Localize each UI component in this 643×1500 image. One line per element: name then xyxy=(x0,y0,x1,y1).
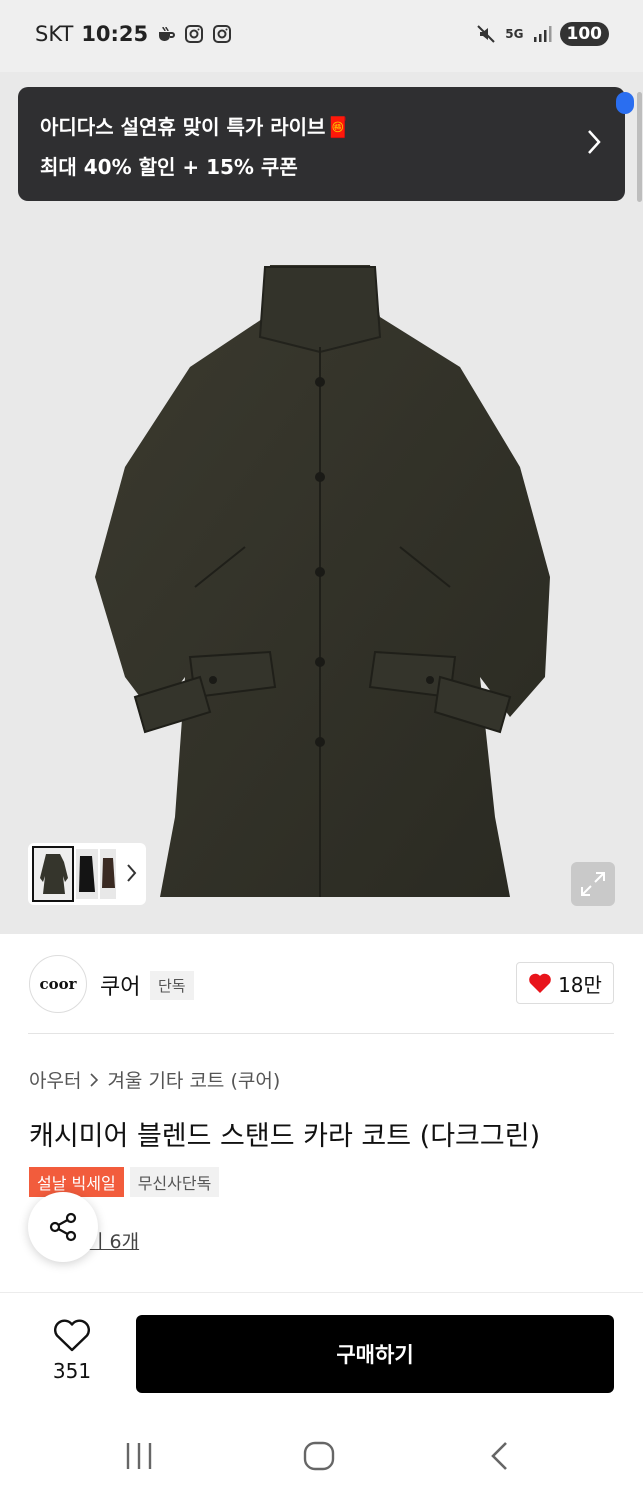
mute-icon xyxy=(477,25,496,43)
buy-button[interactable]: 구매하기 xyxy=(136,1315,614,1393)
heart-filled-icon xyxy=(529,973,551,993)
instagram-icon xyxy=(185,25,204,43)
fullscreen-button[interactable] xyxy=(571,862,615,906)
brand-like-button[interactable]: 18만 xyxy=(516,962,614,1004)
recent-apps-icon[interactable] xyxy=(122,1440,156,1472)
divider xyxy=(28,1033,614,1034)
home-icon[interactable] xyxy=(302,1440,336,1472)
chevron-right-icon xyxy=(127,864,137,882)
share-button[interactable] xyxy=(28,1192,98,1262)
signal-icon xyxy=(533,26,551,42)
instagram-icon xyxy=(213,25,232,43)
coffee-icon xyxy=(159,26,176,41)
network-label: 5G xyxy=(505,27,524,41)
brand-exclusive-tag: 단독 xyxy=(150,971,194,1000)
status-left: SKT 10:25 xyxy=(35,22,232,46)
promo-toast-title: 아디다스 설연휴 맞이 특가 라이브🧧 xyxy=(40,115,351,139)
promo-toast[interactable]: 아디다스 설연휴 맞이 특가 라이브🧧 최대 40% 할인 + 15% 쿠폰 xyxy=(18,87,625,201)
battery-indicator: 100 xyxy=(559,22,609,46)
thumbnail-strip[interactable] xyxy=(28,843,146,905)
scrollbar-thumb[interactable] xyxy=(637,92,642,202)
carrier-label: SKT xyxy=(35,22,74,46)
brand-logo[interactable]: coor xyxy=(29,955,87,1013)
promo-toast-subtitle: 최대 40% 할인 + 15% 쿠폰 xyxy=(40,155,298,179)
brand-row: coor 쿠어 단독 18만 xyxy=(0,934,643,1034)
chevron-right-icon xyxy=(90,1072,99,1087)
chevron-right-icon xyxy=(588,130,601,154)
product-title: 캐시미어 블렌드 스탠드 카라 코트 (다크그린) xyxy=(29,1121,541,1152)
status-bar: SKT 10:25 5G 100 xyxy=(0,0,643,72)
brand-name[interactable]: 쿠어 xyxy=(100,969,140,1001)
status-right: 5G 100 xyxy=(475,22,609,46)
breadcrumb-subcategory[interactable]: 겨울 기타 코트 (쿠어) xyxy=(107,1066,280,1093)
notification-dot xyxy=(616,92,634,114)
sale-badge: 설날 빅세일 xyxy=(29,1167,124,1197)
product-image xyxy=(95,265,550,897)
clock: 10:25 xyxy=(81,22,149,46)
back-icon[interactable] xyxy=(486,1440,512,1472)
thumbnail-images xyxy=(32,846,116,902)
breadcrumb: 아우터 겨울 기타 코트 (쿠어) xyxy=(29,1066,280,1093)
wishlist-count: 351 xyxy=(52,1359,92,1383)
wishlist-button[interactable]: 351 xyxy=(40,1319,104,1383)
share-icon xyxy=(49,1212,77,1242)
breadcrumb-category[interactable]: 아우터 xyxy=(29,1066,81,1093)
bottom-purchase-bar: 351 구매하기 xyxy=(0,1292,643,1412)
exclusive-badge: 무신사단독 xyxy=(129,1167,220,1197)
product-image-gallery[interactable] xyxy=(0,72,643,934)
brand-like-count: 18만 xyxy=(558,972,602,997)
heart-outline-icon xyxy=(54,1319,90,1352)
navigation-bar xyxy=(0,1412,643,1500)
expand-icon xyxy=(581,872,605,896)
